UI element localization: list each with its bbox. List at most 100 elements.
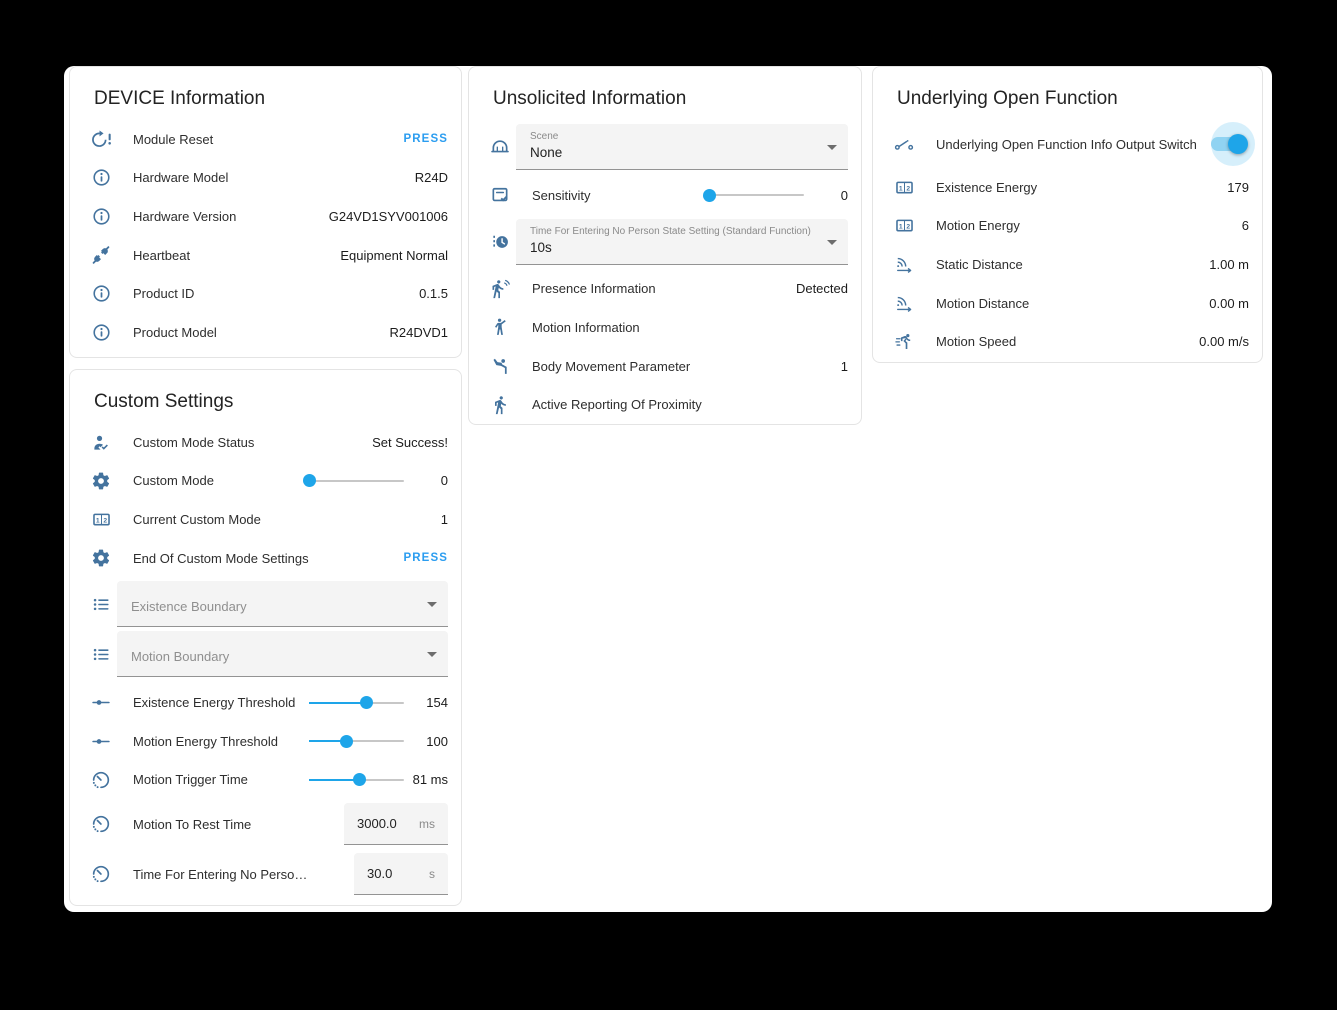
table-row: Product ID 0.1.5 <box>70 274 461 313</box>
row-label: Static Distance <box>936 257 1209 272</box>
unsolicited-information-card: Unsolicited Information Scene None Sensi… <box>468 66 862 425</box>
page-title: DEVICE Information <box>70 67 461 120</box>
row-label: Motion Information <box>532 320 848 335</box>
page-title: Underlying Open Function <box>873 67 1262 120</box>
table-row: Module Reset PRESS <box>70 120 461 159</box>
counter-icon: 12 <box>89 510 113 529</box>
custom-mode-row: Custom Mode 0 <box>70 462 461 501</box>
slider-handle-icon <box>89 732 113 751</box>
module-reset-press-button[interactable]: PRESS <box>404 133 449 145</box>
table-row: 12 Current Custom Mode 1 <box>70 500 461 539</box>
svg-text:2: 2 <box>906 185 910 192</box>
signal-distance-icon <box>892 255 916 274</box>
sensitivity-row: Sensitivity 0 <box>469 176 861 215</box>
motion-energy-threshold-slider[interactable] <box>309 734 404 748</box>
account-check-icon <box>89 433 113 452</box>
counter-icon: 12 <box>892 216 916 235</box>
slider-value: 0 <box>804 188 848 203</box>
table-row: Active Reporting Of Proximity <box>469 385 861 424</box>
output-switch-toggle[interactable] <box>1201 122 1249 166</box>
row-value: Detected <box>796 281 848 296</box>
no-person-time-select-row: Time For Entering No Person State Settin… <box>469 215 861 265</box>
row-label: Motion Energy <box>936 218 1242 233</box>
input-unit: ms <box>419 817 435 831</box>
row-label: Heartbeat <box>133 248 340 263</box>
row-label: Motion Energy Threshold <box>133 734 301 749</box>
clock-dashed-icon <box>488 232 512 252</box>
end-custom-mode-press-button[interactable]: PRESS <box>404 552 449 564</box>
table-row: 12 Existence Energy 179 <box>873 168 1262 207</box>
power-plug-icon <box>89 245 113 265</box>
slider-value: 100 <box>404 734 448 749</box>
underlying-open-function-card: Underlying Open Function Underlying Open… <box>872 66 1263 363</box>
info-icon <box>89 207 113 226</box>
sensitivity-slider[interactable] <box>706 188 804 202</box>
existence-threshold-row: Existence Energy Threshold 154 <box>70 683 461 722</box>
row-value: G24VD1SYV001006 <box>329 209 448 224</box>
scene-select-row: Scene None <box>469 120 861 170</box>
row-label: Current Custom Mode <box>133 512 441 527</box>
custom-mode-slider[interactable] <box>309 474 404 488</box>
walking-person-icon <box>488 395 512 415</box>
motion-to-rest-time-input[interactable]: 3000.0 ms <box>344 803 448 845</box>
row-label: Existence Energy <box>936 180 1227 195</box>
row-label: Custom Mode <box>133 473 301 488</box>
table-row: Motion Speed 0.00 m/s <box>873 322 1262 361</box>
chevron-down-icon <box>827 240 837 245</box>
scene-select[interactable]: Scene None <box>516 124 848 170</box>
row-label: Product ID <box>133 286 419 301</box>
motion-trigger-time-row: Motion Trigger Time 81 ms <box>70 761 461 800</box>
row-label: Presence Information <box>532 281 796 296</box>
timer-icon <box>89 814 113 834</box>
svg-text:2: 2 <box>906 224 910 231</box>
table-row: Presence Information Detected <box>469 270 861 309</box>
table-row: Motion Distance 0.00 m <box>873 284 1262 323</box>
no-person-time-select[interactable]: Time For Entering No Person State Settin… <box>516 219 848 265</box>
table-row: Custom Mode Status Set Success! <box>70 423 461 462</box>
motion-boundary-select[interactable]: Motion Boundary <box>117 631 448 677</box>
signal-distance-icon <box>892 294 916 313</box>
chevron-down-icon <box>827 145 837 150</box>
existence-boundary-select-row: Existence Boundary <box>70 577 461 627</box>
presence-motion-sensor-icon <box>488 279 512 299</box>
restart-alert-icon <box>89 130 113 149</box>
run-fast-icon <box>892 332 916 351</box>
existence-energy-threshold-slider[interactable] <box>309 696 404 710</box>
motion-trigger-time-slider[interactable] <box>309 773 404 787</box>
counter-icon: 12 <box>892 178 916 197</box>
row-label: Hardware Model <box>133 170 415 185</box>
row-value: 1 <box>841 359 848 374</box>
table-row: Static Distance 1.00 m <box>873 245 1262 284</box>
select-placeholder: Existence Boundary <box>131 587 418 627</box>
row-label: Hardware Version <box>133 209 329 224</box>
person-greeting-icon <box>488 317 512 337</box>
slider-handle-icon <box>89 693 113 712</box>
slider-value: 81 ms <box>404 772 448 787</box>
select-placeholder: Motion Boundary <box>131 637 418 677</box>
table-row: Body Movement Parameter 1 <box>469 347 861 386</box>
app-surface: DEVICE Information Module Reset PRESS Ha… <box>64 66 1272 912</box>
table-row: Motion Information <box>469 308 861 347</box>
cog-icon <box>89 548 113 568</box>
row-value: 0.00 m/s <box>1199 334 1249 349</box>
row-value: 1.00 m <box>1209 257 1249 272</box>
row-label: Body Movement Parameter <box>532 359 841 374</box>
toggle-knob <box>1228 134 1248 154</box>
list-icon <box>89 595 113 614</box>
existence-boundary-select[interactable]: Existence Boundary <box>117 581 448 627</box>
motion-threshold-row: Motion Energy Threshold 100 <box>70 722 461 761</box>
select-label: Time For Entering No Person State Settin… <box>530 225 818 238</box>
row-label: Sensitivity <box>532 188 698 203</box>
no-person-time-input[interactable]: 30.0 s <box>354 853 448 895</box>
page-title: Unsolicited Information <box>469 67 861 120</box>
row-label: Product Model <box>133 325 389 340</box>
table-row: Hardware Version G24VD1SYV001006 <box>70 197 461 236</box>
row-label: Existence Energy Threshold <box>133 695 301 710</box>
row-value: 6 <box>1242 218 1249 233</box>
slider-value: 154 <box>404 695 448 710</box>
row-value: Set Success! <box>372 435 448 450</box>
row-label: Motion Distance <box>936 296 1209 311</box>
row-value: R24DVD1 <box>389 325 448 340</box>
electric-switch-icon <box>892 134 916 154</box>
board-check-icon <box>488 185 512 205</box>
